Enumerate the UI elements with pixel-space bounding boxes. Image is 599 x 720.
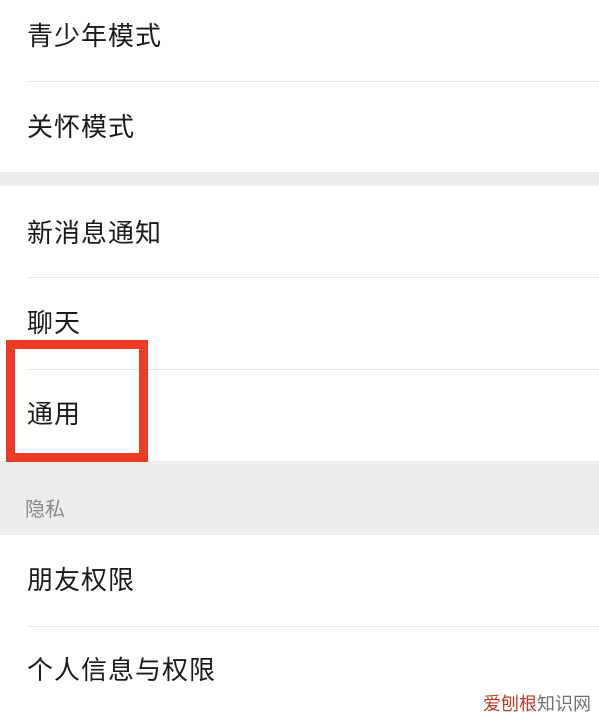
privacy-section-header: 隐私 xyxy=(0,461,599,535)
settings-item-label: 个人信息与权限 xyxy=(27,656,217,686)
settings-item-label: 青少年模式 xyxy=(27,22,163,52)
settings-item-chat[interactable]: 聊天 xyxy=(0,278,599,369)
section-header-label: 隐私 xyxy=(25,497,65,521)
settings-item-label: 关怀模式 xyxy=(27,113,136,143)
settings-item-label: 聊天 xyxy=(27,309,82,339)
watermark-part-b: 知识网 xyxy=(537,694,591,715)
settings-item-new-message-notification[interactable]: 新消息通知 xyxy=(0,186,599,278)
watermark: 爱刨根知识网 xyxy=(483,696,591,714)
settings-page: 青少年模式 关怀模式 新消息通知 聊天 通用 隐私 朋友权限 个人信息与权限 爱… xyxy=(0,0,599,720)
settings-item-care-mode[interactable]: 关怀模式 xyxy=(0,82,599,172)
settings-item-general[interactable]: 通用 xyxy=(0,370,599,461)
settings-item-youth-mode[interactable]: 青少年模式 xyxy=(0,0,599,82)
watermark-part-a: 爱刨根 xyxy=(483,694,537,715)
settings-item-label: 朋友权限 xyxy=(27,566,136,596)
settings-item-friend-permissions[interactable]: 朋友权限 xyxy=(0,535,599,626)
section-gap xyxy=(0,172,599,186)
settings-item-label: 新消息通知 xyxy=(27,219,163,249)
settings-item-label: 通用 xyxy=(27,400,82,430)
